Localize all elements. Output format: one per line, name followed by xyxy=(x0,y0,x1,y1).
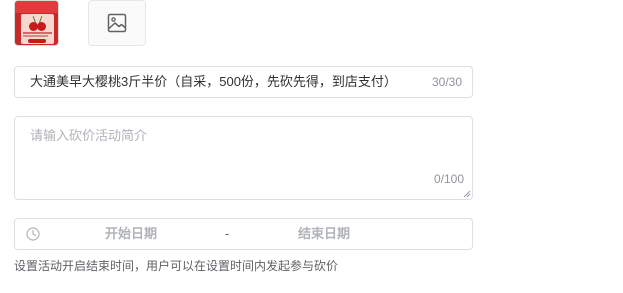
activity-description-textarea[interactable]: 请输入砍价活动简介 0/100 xyxy=(14,116,473,200)
start-date-input[interactable]: 开始日期 xyxy=(77,219,185,249)
activity-title-input[interactable]: 大通美早大樱桃3斤半价（自采，500份，先砍先得，到店支付） 30/30 xyxy=(14,66,473,98)
description-placeholder: 请输入砍价活动简介 xyxy=(30,128,148,143)
poster-banner xyxy=(15,1,58,13)
poster-text-line xyxy=(23,32,52,34)
bargain-activity-form: 大通美早大樱桃3斤半价（自采，500份，先砍先得，到店支付） 30/30 请输入… xyxy=(0,0,623,293)
activity-title-value: 大通美早大樱桃3斤半价（自采，500份，先砍先得，到店支付） xyxy=(30,74,397,89)
resize-handle-icon[interactable] xyxy=(463,190,471,198)
date-range-hint: 设置活动开启结束时间，用户可以在设置时间内发起参与砍价 xyxy=(14,259,339,273)
poster-text-line xyxy=(23,35,48,37)
end-date-input[interactable]: 结束日期 xyxy=(270,219,378,249)
poster-tag xyxy=(28,39,46,43)
date-range-separator: - xyxy=(224,226,230,241)
poster-thumbnail[interactable] xyxy=(14,0,59,46)
activity-date-range-picker[interactable]: 开始日期 - 结束日期 xyxy=(14,218,473,250)
upload-image-button[interactable] xyxy=(88,0,146,46)
description-char-counter: 0/100 xyxy=(433,172,464,186)
clock-icon xyxy=(26,227,40,241)
image-upload-icon xyxy=(107,13,127,33)
cherry-shape xyxy=(37,22,46,31)
title-char-counter: 30/30 xyxy=(431,75,462,89)
